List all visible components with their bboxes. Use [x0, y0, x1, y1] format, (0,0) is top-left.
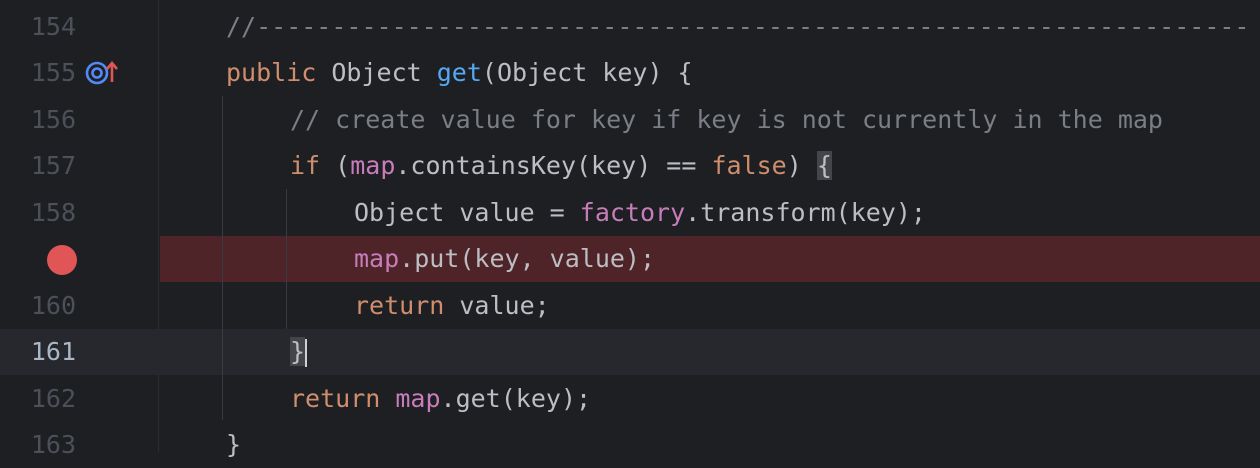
line-number[interactable]: 163 — [0, 422, 76, 468]
line-number[interactable]: 158 — [0, 190, 76, 236]
field-token: map — [354, 244, 400, 273]
code-line-160[interactable]: 160 return value; — [0, 283, 1260, 329]
line-number[interactable]: 162 — [0, 376, 76, 422]
code-text: Object value = factory.transform(key); — [354, 190, 926, 236]
text-caret — [305, 339, 308, 367]
code-line-161-current[interactable]: 161 } — [0, 329, 1260, 375]
code-line-158[interactable]: 158 Object value = factory.transform(key… — [0, 190, 1260, 236]
indent-guide — [222, 96, 223, 420]
code-token: .get(key); — [440, 384, 592, 413]
keyword-token: return — [290, 384, 381, 413]
line-number[interactable]: 160 — [0, 283, 76, 329]
code-text: } — [290, 329, 308, 375]
code-line-155[interactable]: 155 public Object get(Object key) { — [0, 50, 1260, 96]
code-text: return value; — [354, 283, 550, 329]
code-token: .containsKey(key) == — [395, 151, 712, 180]
code-text: } — [226, 422, 241, 468]
code-line-157[interactable]: 157 if (map.containsKey(key) == false) { — [0, 143, 1260, 189]
field-token: map — [350, 151, 396, 180]
implementing-method-icon[interactable] — [84, 59, 120, 87]
line-number[interactable]: 156 — [0, 97, 76, 143]
indent-guide — [286, 189, 287, 329]
line-number[interactable]: 155 — [0, 50, 76, 96]
code-token: ) — [786, 151, 817, 180]
breakpoint-icon[interactable] — [47, 245, 77, 275]
matched-brace: { — [816, 151, 832, 180]
keyword-token: return — [354, 291, 445, 320]
code-token: .put(key, value); — [399, 244, 656, 273]
line-number[interactable]: 161 — [0, 329, 76, 375]
code-line-163[interactable]: 163 } — [0, 422, 1260, 468]
field-token: factory — [579, 198, 686, 227]
code-line-162[interactable]: 162 return map.get(key); — [0, 376, 1260, 422]
keyword-token: false — [711, 151, 787, 180]
code-line-154[interactable]: 154 //----------------------------------… — [0, 4, 1260, 50]
code-text: // create value for key if key is not cu… — [290, 105, 1163, 134]
code-token: } — [226, 430, 242, 459]
code-text: map.put(key, value); — [354, 236, 655, 282]
code-text: return map.get(key); — [290, 376, 591, 422]
field-token: map — [395, 384, 441, 413]
code-token: value; — [444, 291, 550, 320]
code-line-156[interactable]: 156 // create value for key if key is no… — [0, 97, 1260, 143]
code-editor[interactable]: 154 //----------------------------------… — [0, 0, 1260, 459]
code-token: .transform(key); — [685, 198, 926, 227]
line-number[interactable]: 157 — [0, 143, 76, 189]
code-token: Object value = — [354, 198, 580, 227]
code-text: //--------------------------------------… — [226, 12, 1250, 41]
code-token: Object — [316, 58, 437, 87]
keyword-token: if — [290, 151, 321, 180]
matched-brace: } — [290, 337, 306, 366]
function-token: get — [436, 58, 482, 87]
code-text: if (map.containsKey(key) == false) { — [290, 143, 832, 189]
code-text: public Object get(Object key) { — [226, 50, 693, 96]
keyword-token: public — [226, 58, 317, 87]
line-number[interactable]: 154 — [0, 4, 76, 50]
code-line-breakpoint[interactable]: map.put(key, value); — [0, 236, 1260, 282]
code-token: ( — [320, 151, 351, 180]
code-token: (Object key) { — [481, 58, 693, 87]
